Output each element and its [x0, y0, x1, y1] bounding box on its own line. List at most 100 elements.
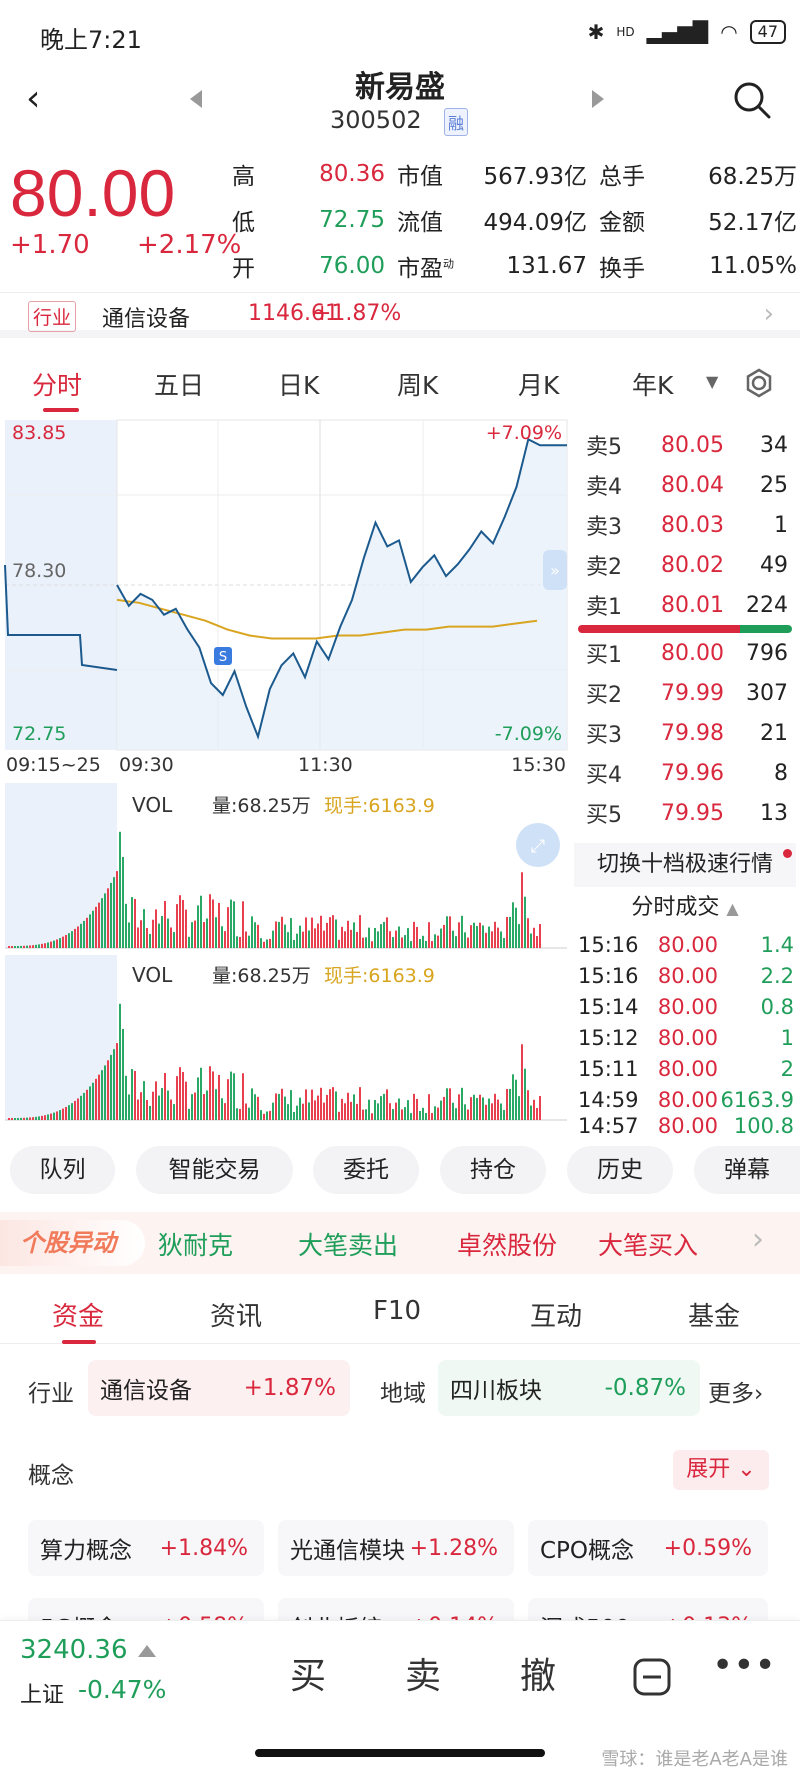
bid-price: 79.95 [661, 800, 724, 826]
tab-weekly-k[interactable]: 周K [397, 366, 438, 402]
volume-bar [98, 902, 100, 948]
index-value[interactable]: 3240.36 [20, 1635, 128, 1665]
more-icon[interactable]: ••• [712, 1645, 776, 1686]
sector-region-box[interactable]: 四川板块 -0.87% [438, 1360, 700, 1416]
sector-industry-box[interactable]: 通信设备 +1.87% [88, 1360, 350, 1416]
ticker-item[interactable]: 大笔买入 [598, 1226, 698, 1262]
news-ticker[interactable]: 个股异动 狄耐克 大笔卖出 卓然股份 大笔买入 › [0, 1212, 800, 1274]
order-book[interactable]: 卖5 80.05 34 卖4 80.04 25 卖3 80.03 1 卖2 80.02 49 卖… [574, 425, 796, 1137]
volume-bar [530, 933, 532, 948]
smart-trade-button[interactable]: 智能交易 [136, 1146, 293, 1194]
concept-item[interactable]: CPO概念 +0.59% [528, 1520, 768, 1576]
minimize-icon[interactable] [632, 1657, 672, 1697]
bid-row: 买3 79.98 21 [574, 713, 796, 753]
volume-bar [164, 1072, 166, 1120]
volume-bar [113, 1049, 115, 1120]
volume-bar [47, 942, 49, 948]
volume-bar [485, 932, 487, 948]
tab-intraday[interactable]: 分时 [32, 366, 82, 402]
volume-bar [245, 1103, 247, 1120]
volume-bar [356, 931, 358, 948]
volume-bar [128, 922, 130, 948]
volume-bar [443, 924, 445, 948]
bid-label: 买3 [586, 723, 622, 748]
danmaku-button[interactable]: 弹幕 [694, 1146, 800, 1194]
volume-bar [23, 1117, 25, 1120]
tab-news[interactable]: 资讯 [210, 1296, 262, 1333]
bid-price: 79.99 [661, 680, 724, 706]
volume-bar [53, 1112, 55, 1120]
position-button[interactable]: 持仓 [440, 1146, 546, 1194]
volume-bar [221, 1098, 223, 1120]
volume-bar [287, 932, 289, 948]
intraday-chart[interactable]: S » 83.85 78.30 72.75 +7.09% -7.09% 09:1… [0, 415, 570, 1125]
sell-button[interactable]: 卖 [405, 1647, 441, 1699]
tick-row: 14:59 80.00 6163.9 [574, 1084, 796, 1115]
volume-bar [449, 916, 451, 948]
expand-button[interactable]: 展开 ⌄ [673, 1450, 769, 1490]
volume-bar [497, 1099, 499, 1120]
ticks-title-label: 分时成交 [631, 895, 720, 920]
queue-button[interactable]: 队列 [10, 1146, 115, 1194]
switch-ten-level-button[interactable]: 切换十档极速行情 [574, 843, 796, 887]
tick-price: 80.00 [657, 994, 718, 1019]
tab-yearly-k[interactable]: 年K [632, 366, 673, 402]
volume-bar [323, 1102, 325, 1120]
volume-bar [65, 934, 67, 948]
volume-bar [347, 1092, 349, 1120]
volume-bar [224, 1103, 226, 1120]
caret-down-icon[interactable]: ▼ [706, 372, 718, 391]
volume-bar [242, 1073, 244, 1120]
volume-bar [398, 926, 400, 948]
order-button[interactable]: 委托 [313, 1146, 419, 1194]
industry-bar[interactable]: 行业 通信设备 1146.61 +1.87% › [0, 292, 800, 338]
tick-price: 80.00 [657, 963, 718, 988]
volume-bar [206, 1090, 208, 1120]
volume-bar [443, 1096, 445, 1120]
label-pe-sup: 动 [443, 257, 454, 271]
tab-daily-k[interactable]: 日K [278, 366, 319, 402]
volume-bar [86, 917, 88, 948]
tab-interact[interactable]: 互动 [530, 1296, 582, 1333]
cancel-order-button[interactable]: 撤 [520, 1647, 556, 1699]
vol2-current: 现手:6163.9 [324, 965, 435, 987]
chevron-right-icon[interactable]: › [752, 1222, 764, 1257]
volume-bar [512, 902, 514, 948]
volume-bar [539, 1096, 541, 1120]
value-market-cap: 567.93亿 [483, 164, 587, 190]
concept-item[interactable]: 光通信模块 +1.28% [278, 1520, 514, 1576]
tab-fund[interactable]: 资金 [52, 1296, 104, 1333]
volume-bar [518, 1096, 520, 1120]
buy-button[interactable]: 买 [290, 1647, 326, 1699]
bluetooth-icon: ✱ [587, 20, 605, 44]
tab-five-day[interactable]: 五日 [154, 366, 204, 402]
concept-item[interactable]: 算力概念 +1.84% [28, 1520, 264, 1576]
gear-icon[interactable] [744, 368, 774, 398]
ticker-item[interactable]: 狄耐克 [158, 1226, 233, 1262]
more-link[interactable]: 更多› [708, 1374, 763, 1408]
volume-bar [131, 1069, 133, 1120]
sector-region-change: -0.87% [604, 1375, 686, 1401]
ticks-title[interactable]: 分时成交 ▲ [574, 887, 796, 929]
volume-bar [8, 1118, 10, 1120]
volume-bar [38, 944, 40, 948]
volume-bar [440, 928, 442, 948]
volume-bar [227, 1079, 229, 1120]
tab-monthly-k[interactable]: 月K [518, 366, 559, 402]
volume-bar [68, 933, 70, 948]
volume-bar [425, 940, 427, 948]
ticker-item[interactable]: 大笔卖出 [298, 1226, 398, 1262]
tick-vol: 1.4 [760, 932, 794, 957]
tab-funds[interactable]: 基金 [688, 1296, 740, 1333]
ticker-item[interactable]: 卓然股份 [457, 1226, 557, 1262]
value-total-volume: 68.25万 [708, 164, 797, 190]
tab-f10[interactable]: F10 [373, 1296, 421, 1326]
ask-label: 卖1 [586, 595, 622, 620]
next-stock-icon[interactable] [592, 90, 604, 108]
tick-vol: 1 [780, 1025, 794, 1050]
ask-row: 卖3 80.03 1 [574, 505, 796, 545]
volume-bar [209, 1066, 211, 1120]
volume-bar [284, 1096, 286, 1120]
history-button[interactable]: 历史 [567, 1146, 673, 1194]
search-icon[interactable] [732, 80, 772, 120]
